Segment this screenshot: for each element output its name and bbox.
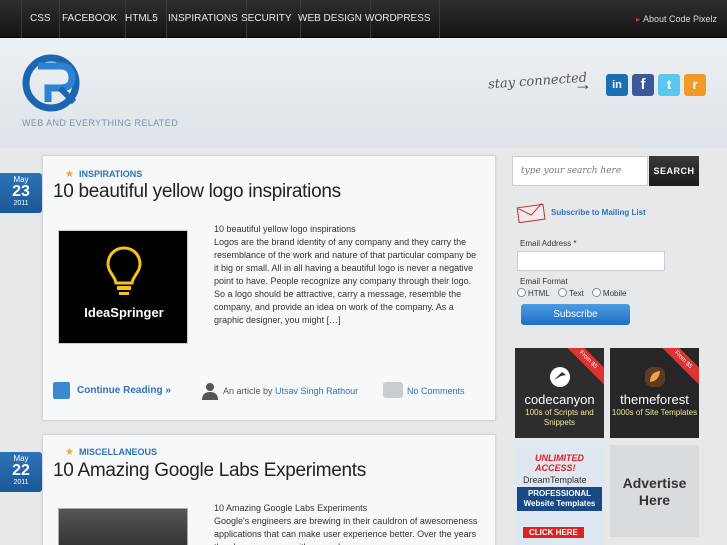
- email-format-label: Email Format: [520, 277, 568, 286]
- arrow-right-icon: ▸: [635, 15, 640, 24]
- stay-connected-label: stay connected: [487, 70, 588, 93]
- ad-brand: codecanyon: [524, 392, 595, 407]
- excerpt-body: Logos are the brand identity of any comp…: [214, 237, 477, 325]
- search-input[interactable]: type your search here: [512, 156, 648, 186]
- author-link[interactable]: Utsav Singh Rathour: [275, 386, 358, 396]
- format-option-html[interactable]: HTML: [517, 288, 550, 298]
- radio-icon[interactable]: [517, 288, 526, 297]
- about-label: About Code Pixelz: [642, 14, 717, 24]
- date-day: 23: [12, 183, 30, 200]
- ad-brand: DreamTemplate: [523, 475, 587, 485]
- thumbnail-brand: IdeaSpringer: [84, 305, 164, 320]
- lightbulb-icon: [106, 246, 142, 295]
- ad-codecanyon[interactable]: From $5 codecanyon 100s of Scripts and S…: [515, 348, 604, 438]
- ad-subtext: PROFESSIONAL Website Templates: [517, 487, 602, 511]
- format-option-mobile[interactable]: Mobile: [591, 288, 627, 298]
- top-navigation: CSS FACEBOOK HTML5 INSPIRATIONS SECURITY…: [0, 0, 727, 38]
- post-footer: Continue Reading » An article by Utsav S…: [53, 382, 483, 406]
- site-logo-icon[interactable]: [20, 52, 82, 114]
- about-link[interactable]: ▸ About Code Pixelz: [636, 0, 717, 39]
- leaf-icon: [645, 367, 665, 387]
- document-icon: [53, 382, 70, 399]
- format-option-text[interactable]: Text: [558, 288, 584, 298]
- mailing-list-link[interactable]: Subscribe to Mailing List: [551, 208, 646, 217]
- twitter-icon[interactable]: t: [658, 74, 680, 96]
- email-field[interactable]: [517, 251, 665, 271]
- excerpt-body: Google's engineers are brewing in their …: [214, 516, 478, 545]
- category-label: INSPIRATIONS: [78, 169, 143, 179]
- post-excerpt: 10 Amazing Google Labs Experiments Googl…: [214, 502, 479, 545]
- post-thumbnail[interactable]: [58, 508, 188, 545]
- star-icon: ★: [65, 169, 74, 180]
- ad-brand: themeforest: [620, 392, 689, 407]
- arrow-right-icon: →: [574, 74, 592, 94]
- facebook-icon[interactable]: f: [632, 74, 654, 96]
- nav-item-facebook[interactable]: FACEBOOK: [54, 0, 127, 38]
- post-category[interactable]: ★ INSPIRATIONS: [65, 169, 142, 180]
- subscribe-button[interactable]: Subscribe: [521, 304, 630, 325]
- site-header: WEB AND EVERYTHING RELATED stay connecte…: [0, 38, 727, 148]
- email-label: Email Address *: [520, 239, 577, 248]
- ad-themeforest[interactable]: From $5 themeforest 1000s of Site Templa…: [610, 348, 699, 438]
- post-excerpt: 10 beautiful yellow logo inspirations Lo…: [214, 223, 479, 327]
- star-icon: ★: [65, 447, 74, 458]
- ad-cta: CLICK HERE: [523, 527, 584, 538]
- rss-icon[interactable]: r: [684, 74, 706, 96]
- author-icon: [202, 383, 218, 400]
- linkedin-icon[interactable]: in: [606, 74, 628, 96]
- post-card: ★ MISCELLANEOUS 10 Amazing Google Labs Ex…: [42, 434, 496, 545]
- nav-item-wordpress[interactable]: WORDPRESS: [357, 0, 440, 38]
- post-thumbnail[interactable]: IdeaSpringer: [58, 230, 188, 344]
- date-year: 2011: [13, 479, 29, 486]
- ad-subtext: 100s of Scripts and Snippets: [525, 408, 594, 427]
- advertise-label: Advertise Here: [622, 475, 687, 508]
- site-tagline: WEB AND EVERYTHING RELATED: [22, 118, 179, 128]
- date-year: 2011: [13, 200, 29, 207]
- post-category[interactable]: ★ MISCELLANEOUS: [65, 447, 157, 458]
- radio-icon[interactable]: [558, 288, 568, 297]
- ad-subtext: 1000s of Site Templates: [611, 408, 698, 417]
- excerpt-title: 10 beautiful yellow logo inspirations: [214, 224, 356, 234]
- post-date-badge: May 23 2011: [0, 173, 42, 213]
- eagle-icon: [550, 367, 570, 387]
- post-card: ★ INSPIRATIONS 10 beautiful yellow logo i…: [42, 155, 496, 421]
- email-format-options: HTML Text Mobile: [517, 288, 633, 298]
- post-title[interactable]: 10 Amazing Google Labs Experiments: [53, 460, 366, 482]
- ad-headline: UNLIMITED ACCESS!: [535, 453, 584, 473]
- author-line: An article by Utsav Singh Rathour: [223, 386, 358, 396]
- advertise-here-slot[interactable]: Advertise Here: [610, 445, 699, 537]
- author-prefix: An article by: [223, 386, 273, 396]
- post-date-badge: May 22 2011: [0, 452, 42, 492]
- continue-reading-link[interactable]: Continue Reading »: [77, 385, 171, 396]
- post-title[interactable]: 10 beautiful yellow logo inspirations: [53, 181, 341, 203]
- comment-icon: [383, 382, 403, 398]
- radio-icon[interactable]: [591, 288, 601, 297]
- comments-link[interactable]: No Comments: [407, 386, 465, 396]
- search-button[interactable]: SEARCH: [649, 156, 699, 186]
- envelope-icon: [516, 203, 546, 223]
- date-day: 22: [12, 462, 30, 479]
- ad-dreamtemplate[interactable]: UNLIMITED ACCESS! DreamTemplate PROFESSI…: [515, 445, 604, 545]
- excerpt-title: 10 Amazing Google Labs Experiments: [214, 503, 368, 513]
- category-label: MISCELLANEOUS: [78, 447, 157, 457]
